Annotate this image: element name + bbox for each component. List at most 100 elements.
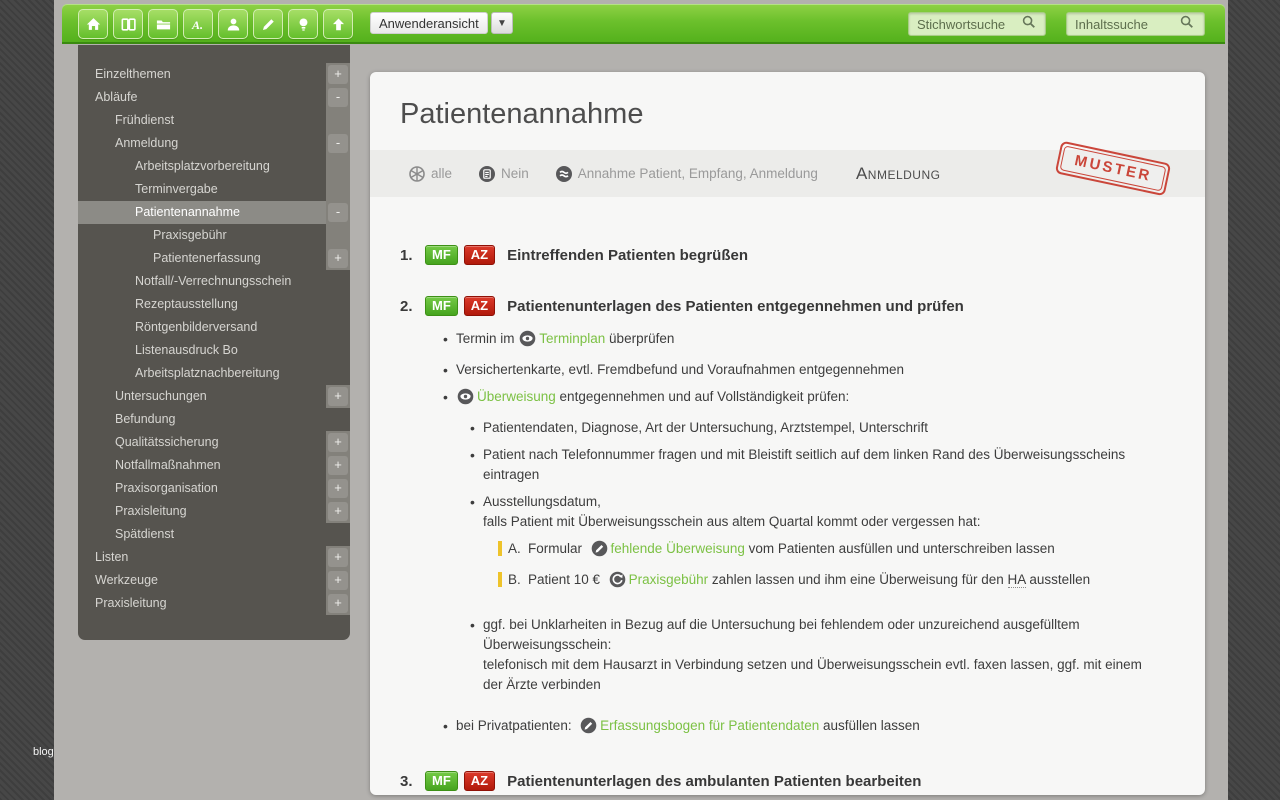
content-panel: Patientenannahme alle Nein Annahme Patient…: [370, 72, 1205, 795]
sidebar-item-label: Anmeldung: [115, 136, 178, 150]
link-terminplan[interactable]: Terminplan: [539, 331, 605, 346]
sidebar-item-abläufe[interactable]: Abläufe -: [78, 86, 350, 109]
sidebar-item-terminvergabe[interactable]: Terminvergabe: [78, 178, 350, 201]
sidebar-item-rezeptausstellung[interactable]: Rezeptausstellung: [78, 293, 350, 316]
collapse-icon[interactable]: -: [328, 134, 348, 153]
user-icon[interactable]: [218, 9, 248, 39]
role-badge-mf: MF: [425, 771, 458, 791]
search-icon[interactable]: [1021, 14, 1037, 35]
list-item: Versichertenkarte, evtl. Fremdbefund und…: [400, 360, 1165, 380]
filter-label: alle: [431, 166, 452, 181]
filter-annahme-patient-empfang-anmeldung[interactable]: Annahme Patient, Empfang, Anmeldung: [555, 165, 818, 183]
expand-icon[interactable]: +: [328, 65, 348, 84]
view-select-value[interactable]: Anwenderansicht: [370, 12, 488, 34]
sidebar-item-listen[interactable]: Listen+: [78, 546, 350, 569]
role-badge-mf: MF: [425, 245, 458, 265]
step-title: Eintreffenden Patienten begrüßen: [507, 247, 748, 264]
expand-icon[interactable]: +: [328, 387, 348, 406]
text-format-icon[interactable]: A.: [183, 9, 213, 39]
sidebar-item-label: Röntgenbilderversand: [135, 320, 257, 334]
sidebar-item-patientenerfassung[interactable]: Patientenerfassung+: [78, 247, 350, 270]
blog-watermark: blog: [33, 746, 54, 758]
link-fehlende-überweisung[interactable]: fehlende Überweisung: [611, 541, 745, 556]
expand-icon[interactable]: +: [328, 433, 348, 452]
expand-icon[interactable]: +: [328, 249, 348, 268]
sidebar-item-arbeitsplatzvorbereitung[interactable]: Arbeitsplatzvorbereitung: [78, 155, 350, 178]
role-badge-az: AZ: [464, 771, 495, 791]
sidebar-item-einzelthemen[interactable]: Einzelthemen+: [78, 63, 350, 86]
sidebar-item-praxisgebühr[interactable]: Praxisgebühr: [78, 224, 350, 247]
collapse-icon[interactable]: -: [328, 203, 348, 222]
list-item: Patientendaten, Diagnose, Art der Unters…: [400, 418, 1165, 438]
chevron-down-icon[interactable]: ▼: [491, 12, 513, 34]
step-number: 1.: [400, 247, 425, 264]
content-search-input[interactable]: [1067, 17, 1177, 32]
filter-alle[interactable]: alle: [408, 165, 452, 183]
abbreviation: HA: [1008, 572, 1026, 588]
sidebar-item-befundung[interactable]: Befundung: [78, 408, 350, 431]
sidebar-item-label: Praxisleitung: [95, 596, 167, 610]
view-select: Anwenderansicht ▼: [370, 12, 513, 34]
expand-icon[interactable]: +: [328, 502, 348, 521]
filter-nein[interactable]: Nein: [478, 165, 529, 183]
keyword-search-input[interactable]: [909, 17, 1019, 32]
sidebar-item-anmeldung[interactable]: Anmeldung -: [78, 132, 350, 155]
expand-icon[interactable]: +: [328, 594, 348, 613]
list-item-text: ggf. bei Unklarheiten in Bezug auf die U…: [483, 617, 1146, 692]
step-heading: 2.MFAZPatientenunterlagen des Patienten …: [400, 296, 1165, 316]
pencil-icon[interactable]: [253, 9, 283, 39]
sidebar-item-patientenannahme[interactable]: Patientenannahme-: [78, 201, 350, 224]
sidebar-item-untersuchungen[interactable]: Untersuchungen +: [78, 385, 350, 408]
sidebar-item-notfall-verrechnungsschein[interactable]: Notfall/-Verrechnungsschein: [78, 270, 350, 293]
step-title: Patientenunterlagen des ambulanten Patie…: [507, 773, 921, 790]
expand-icon[interactable]: +: [328, 548, 348, 567]
expand-icon[interactable]: +: [328, 456, 348, 475]
step-number: 3.: [400, 773, 425, 790]
sidebar-item-werkzeuge[interactable]: Werkzeuge+: [78, 569, 350, 592]
collapse-icon[interactable]: -: [328, 88, 348, 107]
sidebar-item-praxisorganisation[interactable]: Praxisorganisation+: [78, 477, 350, 500]
keyword-search: [908, 12, 1046, 36]
filter-bar: alle Nein Annahme Patient, Empfang, Anmeld…: [370, 150, 1205, 197]
muster-stamp-text: MUSTER: [1059, 145, 1166, 191]
sidebar-item-frühdienst[interactable]: Frühdienst: [78, 109, 350, 132]
table-icon[interactable]: [113, 9, 143, 39]
bulb-icon[interactable]: [288, 9, 318, 39]
sidebar-item-spätdienst[interactable]: Spätdienst: [78, 523, 350, 546]
link-überweisung[interactable]: Überweisung: [477, 389, 556, 404]
eye-icon: [519, 330, 536, 353]
sidebar-item-label: Rezeptausstellung: [135, 297, 238, 311]
link-erfassungsbogen-für-patientendaten[interactable]: Erfassungsbogen für Patientendaten: [600, 718, 819, 733]
role-badge-az: AZ: [464, 245, 495, 265]
option-row: A.Formular fehlende Überweisung vom Pati…: [400, 539, 1165, 563]
page-title: Patientenannahme: [400, 98, 1205, 131]
eye-icon: [457, 388, 474, 411]
option-letter: A.: [508, 539, 521, 559]
search-icon[interactable]: [1179, 14, 1195, 35]
svg-text:A.: A.: [191, 18, 203, 32]
list-item-text: Überweisung entgegennehmen und auf Volls…: [456, 389, 849, 404]
step: 2.MFAZPatientenunterlagen des Patienten …: [400, 296, 1165, 740]
arrow-up-icon[interactable]: [323, 9, 353, 39]
expand-icon[interactable]: +: [328, 571, 348, 590]
folder-icon[interactable]: [148, 9, 178, 39]
role-badge-mf: MF: [425, 296, 458, 316]
sidebar-item-label: Befundung: [115, 412, 175, 426]
document-icon: [478, 165, 496, 183]
link-praxisgebühr[interactable]: Praxisgebühr: [629, 572, 709, 587]
pencil-icon: [580, 717, 597, 740]
expand-icon[interactable]: +: [328, 479, 348, 498]
sidebar-item-röntgenbilderversand[interactable]: Röntgenbilderversand: [78, 316, 350, 339]
home-icon[interactable]: [78, 9, 108, 39]
sidebar-item-qualitätssicherung[interactable]: Qualitätssicherung+: [78, 431, 350, 454]
sidebar-item-label: Abläufe: [95, 90, 137, 104]
sidebar-item-arbeitsplatznachbereitung[interactable]: Arbeitsplatznachbereitung: [78, 362, 350, 385]
sidebar-item-label: Untersuchungen: [115, 389, 207, 403]
sidebar-item-listenausdruck-bo[interactable]: Listenausdruck Bo: [78, 339, 350, 362]
step: 1.MF AZ Eintreffenden Patienten begrüßen: [400, 245, 1165, 265]
sidebar-item-praxisleitung[interactable]: Praxisleitung+: [78, 500, 350, 523]
sidebar-item-praxisleitung[interactable]: Praxisleitung +: [78, 592, 350, 615]
sidebar-item-label: Arbeitsplatznachbereitung: [135, 366, 280, 380]
top-toolbar: A. Anwenderansicht ▼: [62, 4, 1225, 44]
sidebar-item-notfallmaßnahmen[interactable]: Notfallmaßnahmen+: [78, 454, 350, 477]
